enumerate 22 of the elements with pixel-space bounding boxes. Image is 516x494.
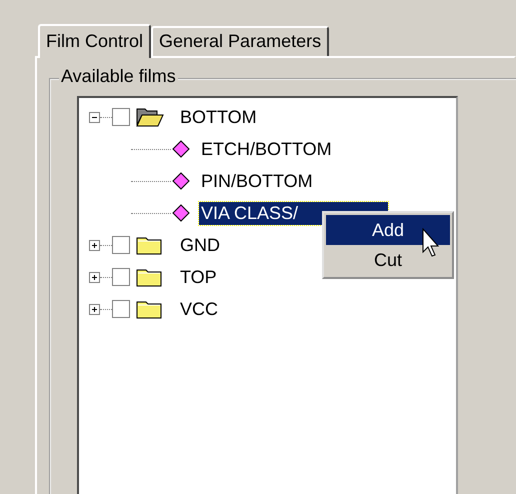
expand-icon[interactable] [89, 240, 100, 250]
tree-item[interactable]: VCC [178, 298, 220, 320]
menu-item[interactable]: Add [326, 215, 450, 245]
tab[interactable]: Film Control [38, 24, 152, 58]
expand-icon[interactable] [89, 272, 100, 282]
checkbox[interactable] [112, 236, 130, 254]
tab[interactable]: General Parameters [151, 26, 330, 56]
checkbox[interactable] [112, 300, 130, 318]
expand-icon[interactable] [89, 304, 100, 314]
tree-item[interactable]: BOTTOM [178, 106, 259, 128]
folder-icon [136, 106, 164, 128]
tree-item[interactable]: TOP [178, 266, 219, 288]
diamond-icon [171, 139, 191, 159]
diamond-icon [171, 171, 191, 191]
tree-item[interactable]: PIN/BOTTOM [199, 170, 315, 192]
diamond-icon [171, 203, 191, 223]
tree-item[interactable]: GND [178, 234, 222, 256]
menu-item[interactable]: Cut [326, 245, 450, 275]
collapse-icon[interactable] [89, 112, 100, 122]
checkbox[interactable] [112, 268, 130, 286]
tree-item[interactable]: ETCH/BOTTOM [199, 138, 334, 160]
checkbox[interactable] [112, 108, 130, 126]
